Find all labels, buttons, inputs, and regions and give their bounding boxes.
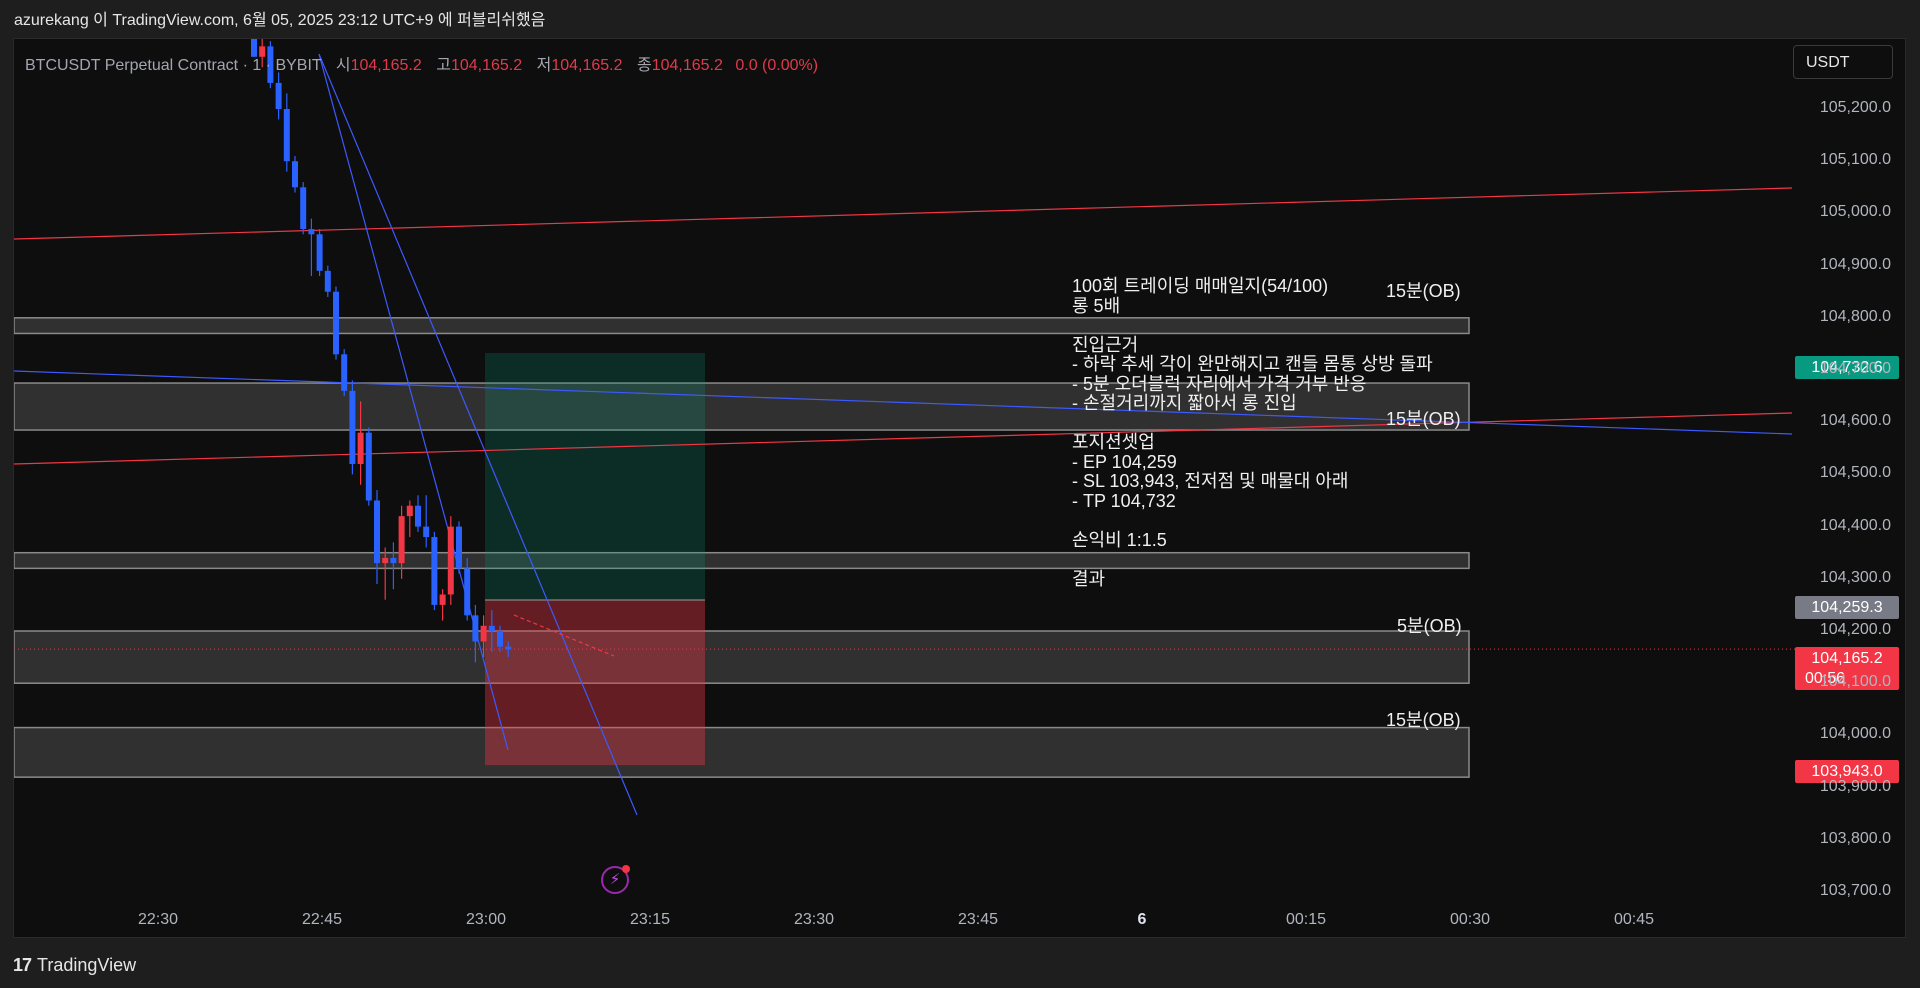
price-tick-label: 103,700.0 — [1819, 882, 1891, 899]
lightning-icon[interactable]: ⚡ — [601, 865, 630, 894]
symbol-legend: BTCUSDT Perpetual Contract · 1 · BYBIT 시… — [25, 51, 818, 75]
low-value: 104,165.2 — [551, 57, 623, 74]
candle-body — [283, 109, 290, 162]
candle-body — [308, 229, 315, 235]
trend-line-red — [14, 187, 1793, 240]
candle-body — [480, 625, 487, 642]
candle-body — [488, 625, 495, 631]
loss-zone — [485, 600, 705, 766]
profit-zone — [485, 352, 705, 601]
candle-body — [447, 526, 454, 595]
time-tick-label: 23:30 — [793, 911, 835, 928]
candle-body — [431, 537, 438, 605]
price-tick-label: 103,800.0 — [1819, 829, 1891, 847]
time-tick-label: 00:15 — [1285, 911, 1327, 928]
order-block-zone — [14, 726, 1470, 778]
footer: 17 TradingView — [13, 950, 136, 980]
candle-body — [505, 646, 512, 650]
ob-label: 15분(OB) — [1386, 710, 1461, 730]
price-tick-label: 103,900.0 — [1819, 777, 1891, 795]
candle-body — [349, 390, 356, 464]
candle-body — [333, 291, 339, 355]
candle-body — [456, 526, 462, 569]
time-tick-label: 00:45 — [1613, 911, 1655, 928]
price-tick-label: 104,200.0 — [1819, 621, 1891, 638]
price-tick-label: 104,000.0 — [1819, 725, 1891, 743]
open-value: 104,165.2 — [350, 57, 422, 74]
change-value: 0.0 (0.00%) — [735, 57, 819, 74]
time-tick-label: 22:30 — [137, 911, 179, 928]
candle-body — [415, 505, 421, 527]
low-label: 저 — [536, 57, 552, 74]
high-value: 104,165.2 — [450, 57, 523, 74]
last-price-value: 104,165.2 — [1811, 650, 1883, 667]
price-tick-label: 104,600.0 — [1819, 412, 1891, 430]
symbol-name[interactable]: BTCUSDT Perpetual Contract · 1 · BYBIT — [25, 57, 321, 74]
price-tick-label: 104,700.0 — [1819, 360, 1891, 377]
price-tick-label: 104,500.0 — [1819, 464, 1891, 482]
price-tick-label: 104,400.0 — [1819, 516, 1891, 534]
price-tick-label: 105,000.0 — [1819, 203, 1891, 221]
ob-label: 15분(OB) — [1386, 409, 1461, 429]
candle-body — [292, 161, 298, 188]
price-chart[interactable] — [14, 39, 1905, 937]
candle-body — [365, 432, 372, 501]
trade-note[interactable]: 100회 트레이딩 매매일지(54/100) 롱 5배 진입근거 - 하락 추세… — [1072, 276, 1433, 589]
candle-body — [374, 500, 380, 564]
open-label: 시 — [335, 57, 351, 74]
candle-body — [464, 568, 471, 616]
price-tick-label: 104,800.0 — [1819, 307, 1891, 325]
candle-body — [275, 82, 282, 109]
candle-body — [341, 354, 348, 391]
time-tick-label: 23:15 — [629, 911, 671, 928]
candle-body — [439, 594, 446, 605]
candle-body — [406, 505, 413, 517]
close-label: 종 — [636, 57, 652, 74]
candle-body — [316, 234, 323, 271]
time-tick-label: 00:30 — [1449, 911, 1491, 928]
price-tick-label: 104,100.0 — [1819, 673, 1891, 691]
currency-selector[interactable]: USDT — [1793, 45, 1893, 79]
notification-dot — [622, 865, 630, 873]
candle-body — [423, 526, 430, 538]
price-tick-label: 105,100.0 — [1819, 151, 1891, 169]
order-block-zone — [14, 630, 1470, 684]
candle-body — [324, 270, 331, 292]
price-tick-label: 105,200.0 — [1819, 99, 1891, 116]
time-tick-label: 22:45 — [301, 911, 343, 928]
candle-body — [357, 432, 364, 464]
price-tick-label: 104,900.0 — [1819, 255, 1891, 273]
time-tick-label: 6 — [1137, 911, 1147, 928]
time-tick-label: 23:00 — [465, 911, 507, 928]
candle-body — [398, 516, 405, 564]
brand-name: TradingView — [37, 955, 137, 975]
candle-body — [300, 187, 307, 230]
publish-header: azurekang 이 TradingView.com, 6월 05, 2025… — [0, 0, 1920, 38]
candle-body — [472, 615, 479, 642]
ob-label: 15분(OB) — [1386, 281, 1461, 301]
ob-label: 5분(OB) — [1397, 616, 1462, 636]
candle-body — [497, 631, 503, 647]
publish-text: azurekang 이 TradingView.com, 6월 05, 2025… — [14, 12, 546, 29]
ep-price-badge: 104,259.3 — [1795, 596, 1899, 619]
chart-pane[interactable]: BTCUSDT Perpetual Contract · 1 · BYBIT 시… — [13, 38, 1906, 938]
close-value: 104,165.2 — [651, 57, 723, 74]
candle-body — [382, 557, 389, 564]
candle-body — [390, 557, 397, 564]
high-label: 고 — [436, 57, 451, 74]
price-tick-label: 104,300.0 — [1819, 568, 1891, 586]
time-tick-label: 23:45 — [957, 911, 999, 928]
tradingview-logo-icon: 17 — [13, 955, 32, 975]
